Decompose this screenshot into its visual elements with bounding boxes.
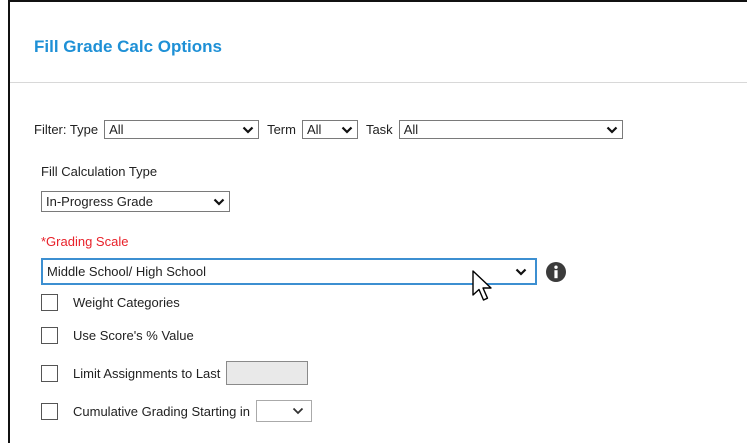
fill-calc-select[interactable]: In-Progress Grade xyxy=(41,191,230,212)
weight-categories-checkbox[interactable] xyxy=(41,294,58,311)
cumulative-grading-label: Cumulative Grading Starting in xyxy=(73,403,251,419)
filter-task-select[interactable]: All xyxy=(398,120,623,139)
filter-task-value: All xyxy=(403,122,419,137)
fill-calc-row: In-Progress Grade xyxy=(41,191,230,212)
dialog-title: Fill Grade Calc Options xyxy=(34,37,222,56)
filter-task-label: Task xyxy=(365,122,393,137)
grading-scale-value: Middle School/ High School xyxy=(47,264,206,279)
cumulative-grading-row: Cumulative Grading Starting in xyxy=(41,400,313,422)
filter-term-select[interactable]: All xyxy=(301,120,358,139)
filter-term-value: All xyxy=(306,122,322,137)
filter-type-label: Filter: Type xyxy=(34,122,99,137)
info-icon[interactable] xyxy=(546,261,566,282)
limit-assignments-row: Limit Assignments to Last xyxy=(41,361,309,385)
dialog-header: Fill Grade Calc Options xyxy=(10,2,747,83)
chevron-down-icon xyxy=(292,407,304,415)
chevron-down-icon xyxy=(606,126,617,134)
fill-calc-value: In-Progress Grade xyxy=(46,194,153,209)
limit-assignments-label: Limit Assignments to Last xyxy=(73,365,221,381)
chevron-down-icon xyxy=(213,198,225,206)
filter-type-select[interactable]: All xyxy=(104,120,260,139)
weight-categories-row: Weight Categories xyxy=(41,294,180,311)
chevron-down-icon xyxy=(515,268,527,276)
mouse-pointer-icon xyxy=(472,270,492,301)
cumulative-grading-checkbox[interactable] xyxy=(41,402,58,420)
grading-scale-select[interactable]: Middle School/ High School xyxy=(41,258,537,285)
filter-type-value: All xyxy=(109,122,124,137)
cumulative-grading-select[interactable] xyxy=(256,400,313,422)
grading-scale-label: *Grading Scale xyxy=(41,234,129,249)
fill-calc-label-row: Fill Calculation Type xyxy=(41,164,157,179)
limit-assignments-input[interactable] xyxy=(226,361,309,385)
fill-calc-label: Fill Calculation Type xyxy=(41,164,158,179)
use-score-pct-checkbox[interactable] xyxy=(41,327,58,344)
chevron-down-icon xyxy=(341,126,353,134)
weight-categories-label: Weight Categories xyxy=(73,295,180,310)
use-score-row: Use Score's % Value xyxy=(41,327,194,344)
fill-grade-calc-dialog: Fill Grade Calc Options Filter: Type All… xyxy=(8,0,747,443)
chevron-down-icon xyxy=(242,126,254,134)
limit-assignments-checkbox[interactable] xyxy=(41,364,58,382)
use-score-pct-label: Use Score's % Value xyxy=(73,328,194,343)
filter-row: Filter: Type All Term All Task All xyxy=(34,120,623,139)
grading-scale-label-row: *Grading Scale xyxy=(41,234,128,249)
filter-term-label: Term xyxy=(267,122,296,137)
